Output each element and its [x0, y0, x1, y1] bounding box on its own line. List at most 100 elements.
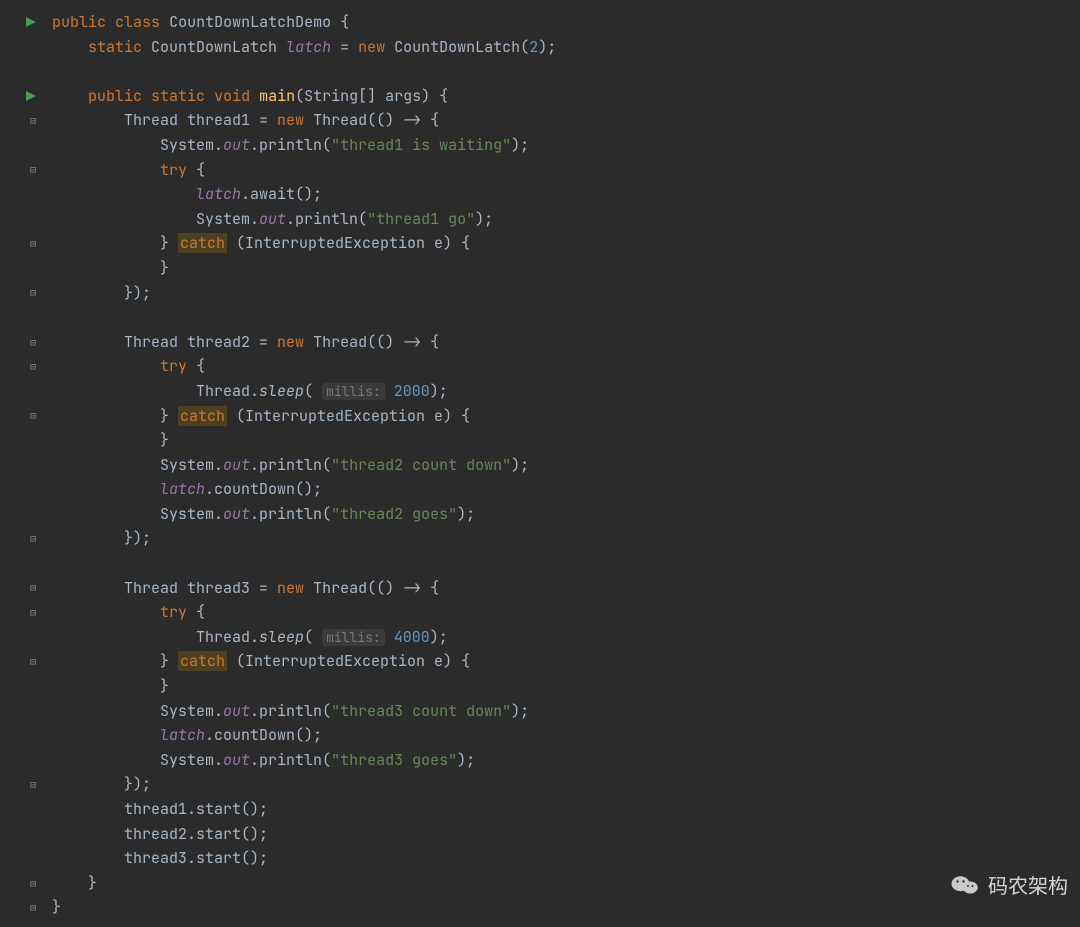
code-line[interactable]: }	[52, 428, 1080, 453]
code-line[interactable]: Thread.sleep( millis: 4000);	[52, 625, 1080, 650]
gutter-line[interactable]	[0, 625, 42, 650]
code-line[interactable]: System.out.println("thread3 count down")…	[52, 699, 1080, 724]
gutter-line[interactable]	[0, 35, 42, 60]
code-line[interactable]: } catch (InterruptedException e) {	[52, 231, 1080, 256]
gutter-line[interactable]	[0, 846, 42, 871]
fold-close-icon[interactable]: ⊟	[30, 778, 36, 791]
fold-close-icon[interactable]: ⊟	[30, 286, 36, 299]
fold-close-icon[interactable]: ⊟	[30, 655, 36, 668]
code-line[interactable]: latch.countDown();	[52, 477, 1080, 502]
fold-open-icon[interactable]: ⊟	[30, 606, 36, 619]
static-field: latch	[160, 725, 205, 745]
fold-close-icon[interactable]: ⊟	[30, 409, 36, 422]
code-line[interactable]: thread3.start();	[52, 846, 1080, 871]
code-line[interactable]: System.out.println("thread2 goes");	[52, 502, 1080, 527]
gutter-line[interactable]	[0, 699, 42, 724]
code-line[interactable]: try {	[52, 354, 1080, 379]
gutter-line[interactable]	[0, 822, 42, 847]
code-line[interactable]: try {	[52, 158, 1080, 183]
code-line[interactable]	[52, 305, 1080, 330]
fold-open-icon[interactable]: ⊟	[30, 114, 36, 127]
gutter-line[interactable]: ⊟	[0, 404, 42, 429]
gutter-line[interactable]	[0, 84, 42, 109]
code-line[interactable]: Thread thread2 = new Thread(() -> {	[52, 330, 1080, 355]
code-line[interactable]: latch.await();	[52, 182, 1080, 207]
code-line[interactable]: }	[52, 674, 1080, 699]
fold-open-icon[interactable]: ⊟	[30, 336, 36, 349]
code-line[interactable]: Thread thread3 = new Thread(() -> {	[52, 576, 1080, 601]
gutter-line[interactable]	[0, 723, 42, 748]
code-line[interactable]: Thread thread1 = new Thread(() -> {	[52, 108, 1080, 133]
gutter-line[interactable]: ⊟	[0, 600, 42, 625]
code-line[interactable]: } catch (InterruptedException e) {	[52, 404, 1080, 429]
gutter-line[interactable]: ⊟	[0, 354, 42, 379]
gutter-line[interactable]	[0, 305, 42, 330]
code-area[interactable]: public class CountDownLatchDemo { static…	[42, 0, 1080, 927]
gutter-line[interactable]	[0, 477, 42, 502]
gutter-line[interactable]	[0, 59, 42, 84]
symbol: );	[430, 381, 448, 401]
gutter-line[interactable]: ⊟	[0, 871, 42, 896]
gutter-line[interactable]: ⊟	[0, 108, 42, 133]
code-line[interactable]: }	[52, 895, 1080, 920]
code-line[interactable]: } catch (InterruptedException e) {	[52, 649, 1080, 674]
gutter-line[interactable]	[0, 748, 42, 773]
string-literal: "thread2 count down"	[331, 455, 511, 475]
code-line[interactable]: });	[52, 526, 1080, 551]
gutter-line[interactable]: ⊟	[0, 649, 42, 674]
code-line[interactable]: thread2.start();	[52, 822, 1080, 847]
gutter-line[interactable]	[0, 453, 42, 478]
gutter-line[interactable]	[0, 502, 42, 527]
fold-close-icon[interactable]: ⊟	[30, 237, 36, 250]
code-line[interactable]: try {	[52, 600, 1080, 625]
gutter-line[interactable]	[0, 379, 42, 404]
run-icon[interactable]	[26, 12, 36, 32]
code-line[interactable]: System.out.println("thread1 is waiting")…	[52, 133, 1080, 158]
gutter-line[interactable]	[0, 133, 42, 158]
fold-close-icon[interactable]: ⊟	[30, 877, 36, 890]
code-line[interactable]	[52, 551, 1080, 576]
gutter-line[interactable]: ⊟	[0, 158, 42, 183]
gutter-line[interactable]: ⊟	[0, 330, 42, 355]
code-line[interactable]: System.out.println("thread3 goes");	[52, 748, 1080, 773]
gutter-line[interactable]	[0, 207, 42, 232]
code-line[interactable]: }	[52, 871, 1080, 896]
code-editor[interactable]: ⊟ ⊟ ⊟ ⊟ ⊟ ⊟ ⊟ ⊟ ⊟ ⊟ ⊟ ⊟ ⊟ ⊟ public class CountDownLat…	[0, 0, 1080, 927]
gutter-line[interactable]	[0, 182, 42, 207]
run-icon[interactable]	[26, 86, 36, 106]
code-line[interactable]: latch.countDown();	[52, 723, 1080, 748]
gutter-line[interactable]	[0, 428, 42, 453]
fold-close-icon[interactable]: ⊟	[30, 901, 36, 914]
gutter-line[interactable]: ⊟	[0, 895, 42, 920]
code-line[interactable]: }	[52, 256, 1080, 281]
gutter-line[interactable]	[0, 10, 42, 35]
editor-gutter[interactable]: ⊟ ⊟ ⊟ ⊟ ⊟ ⊟ ⊟ ⊟ ⊟ ⊟ ⊟ ⊟ ⊟ ⊟	[0, 0, 42, 927]
fold-open-icon[interactable]: ⊟	[30, 581, 36, 594]
gutter-line[interactable]: ⊟	[0, 231, 42, 256]
code-line[interactable]: });	[52, 281, 1080, 306]
code-line[interactable]: thread1.start();	[52, 797, 1080, 822]
code-line[interactable]	[52, 59, 1080, 84]
code-line[interactable]: static CountDownLatch latch = new CountD…	[52, 35, 1080, 60]
fold-open-icon[interactable]: ⊟	[30, 163, 36, 176]
gutter-line[interactable]: ⊟	[0, 772, 42, 797]
code-line[interactable]: });	[52, 772, 1080, 797]
gutter-line[interactable]	[0, 674, 42, 699]
code-line[interactable]: System.out.println("thread1 go");	[52, 207, 1080, 232]
code-line[interactable]: Thread.sleep( millis: 2000);	[52, 379, 1080, 404]
code-line[interactable]: System.out.println("thread2 count down")…	[52, 453, 1080, 478]
code-line[interactable]: public class CountDownLatchDemo {	[52, 10, 1080, 35]
symbol: System.	[160, 750, 223, 770]
symbol: .println(	[250, 701, 331, 721]
gutter-line[interactable]: ⊟	[0, 281, 42, 306]
gutter-line[interactable]	[0, 797, 42, 822]
gutter-line[interactable]	[0, 256, 42, 281]
gutter-line[interactable]	[0, 551, 42, 576]
symbol: );	[511, 135, 529, 155]
fold-close-icon[interactable]: ⊟	[30, 532, 36, 545]
code-line[interactable]: public static void main(String[] args) {	[52, 84, 1080, 109]
keyword: new	[277, 110, 304, 130]
fold-open-icon[interactable]: ⊟	[30, 360, 36, 373]
gutter-line[interactable]: ⊟	[0, 576, 42, 601]
gutter-line[interactable]: ⊟	[0, 526, 42, 551]
